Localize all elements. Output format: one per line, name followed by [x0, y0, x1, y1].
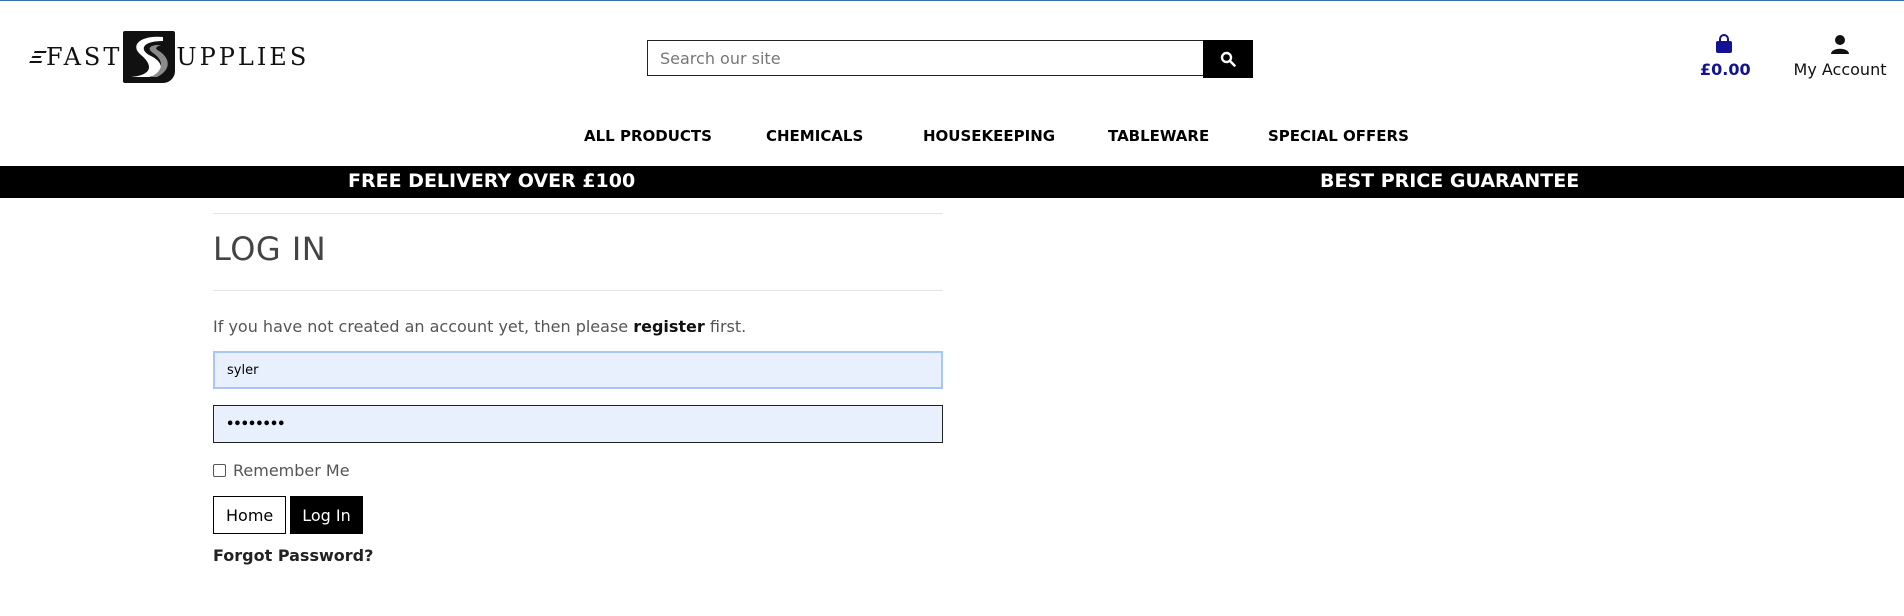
- page-title: LOG IN: [213, 230, 327, 268]
- notice-text-after: first.: [704, 317, 747, 336]
- search-button[interactable]: [1203, 40, 1253, 78]
- site-header: FAST UPPLIES £0.00 My Account: [0, 1, 1904, 99]
- logo-text-right: UPPLIES: [176, 43, 310, 71]
- account-label: My Account: [1793, 60, 1887, 79]
- home-button[interactable]: Home: [213, 496, 287, 534]
- user-icon: [1831, 35, 1849, 54]
- nav-item-housekeeping[interactable]: HOUSEKEEPING: [923, 127, 1055, 145]
- title-divider: [213, 290, 943, 291]
- login-panel: LOG IN If you have not created an accoun…: [213, 213, 943, 565]
- shopping-bag-icon: [1716, 34, 1732, 53]
- top-divider: [213, 213, 943, 214]
- speed-lines-icon: [29, 51, 47, 63]
- register-notice: If you have not created an account yet, …: [213, 317, 943, 336]
- remember-me: Remember Me: [213, 461, 943, 480]
- site-logo[interactable]: FAST UPPLIES: [29, 31, 310, 83]
- username-field[interactable]: [213, 351, 943, 389]
- promo-bar: FREE DELIVERY OVER £100 BEST PRICE GUARA…: [0, 166, 1904, 198]
- notice-text-before: If you have not created an account yet, …: [213, 317, 634, 336]
- cart-button[interactable]: £0.00: [1700, 34, 1751, 79]
- logo-text-left: FAST: [46, 43, 123, 71]
- remember-me-checkbox[interactable]: [213, 464, 226, 477]
- nav-item-chemicals[interactable]: CHEMICALS: [766, 127, 863, 145]
- remember-me-label: Remember Me: [233, 461, 350, 480]
- forgot-password-link[interactable]: Forgot Password?: [213, 546, 943, 565]
- register-link[interactable]: register: [633, 317, 705, 336]
- cart-total: £0.00: [1700, 60, 1751, 79]
- nav-item-tableware[interactable]: TABLEWARE: [1108, 127, 1209, 145]
- search-icon: [1220, 51, 1236, 67]
- promo-free-delivery: FREE DELIVERY OVER £100: [348, 170, 636, 192]
- login-button[interactable]: Log In: [290, 496, 363, 534]
- login-actions: Home Log In: [213, 496, 943, 534]
- logo-s-mark-icon: [123, 31, 176, 83]
- search-bar: [647, 40, 1253, 78]
- nav-item-special-offers[interactable]: SPECIAL OFFERS: [1268, 127, 1409, 145]
- account-button[interactable]: My Account: [1790, 34, 1890, 79]
- promo-price-guarantee: BEST PRICE GUARANTEE: [1320, 170, 1580, 192]
- password-field[interactable]: [213, 405, 943, 443]
- search-input[interactable]: [647, 40, 1203, 76]
- nav-item-all-products[interactable]: ALL PRODUCTS: [584, 127, 712, 145]
